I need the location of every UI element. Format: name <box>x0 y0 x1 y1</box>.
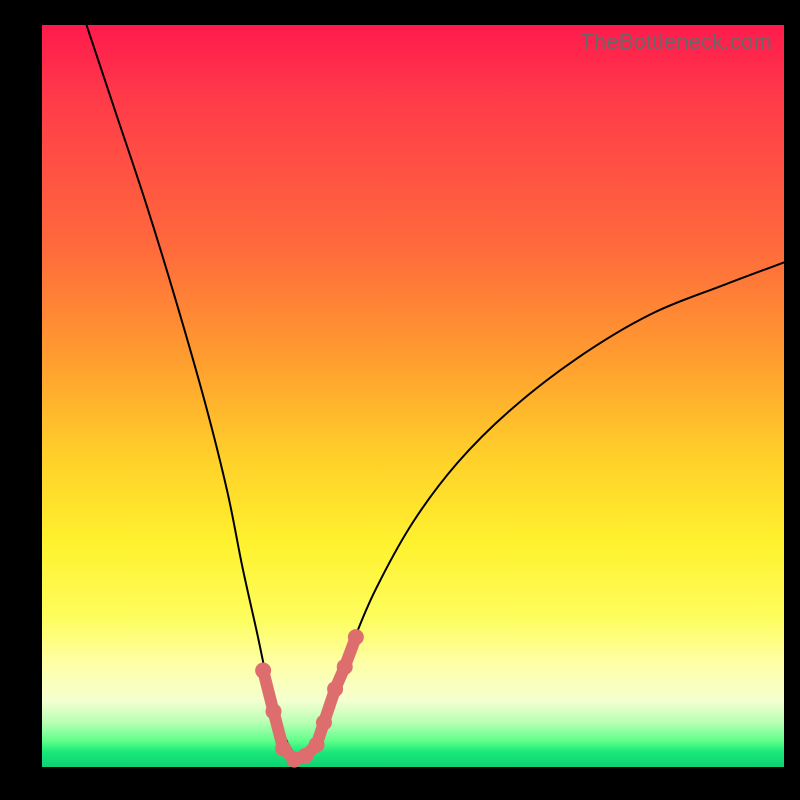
chart-overlay <box>42 25 784 767</box>
marker-dot <box>348 629 364 645</box>
outer-frame: TheBottleneck.com <box>0 0 800 800</box>
plot-area: TheBottleneck.com <box>42 25 784 767</box>
marker-dot <box>266 703 282 719</box>
marker-dot <box>316 714 332 730</box>
marker-dot <box>255 663 271 679</box>
bottleneck-curve <box>87 25 784 760</box>
marker-dot <box>327 681 343 697</box>
marker-dot <box>309 737 325 753</box>
marker-dot <box>337 659 353 675</box>
